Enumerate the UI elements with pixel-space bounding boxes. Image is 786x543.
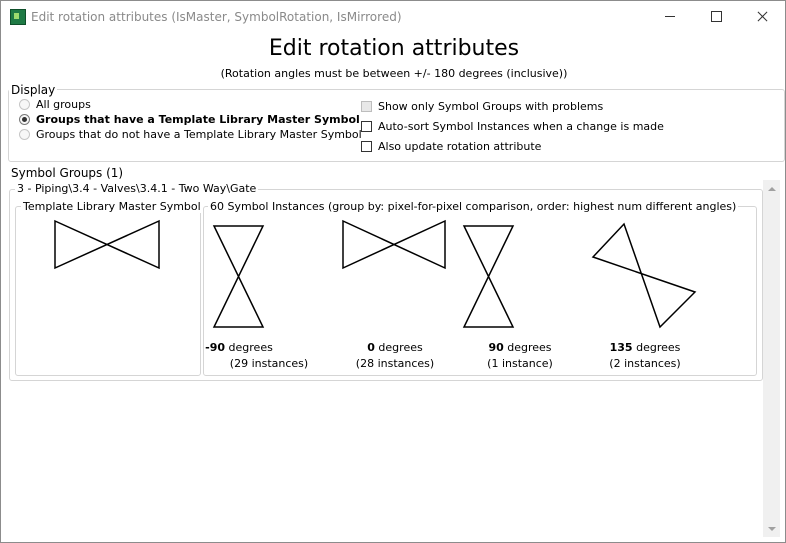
checkbox-auto-sort[interactable]: Auto-sort Symbol Instances when a change…	[361, 120, 664, 133]
radio-dot	[19, 99, 30, 110]
checkbox-show-only-problems: Show only Symbol Groups with problems	[361, 100, 603, 113]
radio-label: Groups that do not have a Template Libra…	[36, 128, 362, 141]
title-bar[interactable]: Edit rotation attributes (IsMaster, Symb…	[1, 1, 785, 32]
master-symbol-gate-valve-icon	[54, 219, 160, 270]
maximize-button[interactable]	[693, 1, 739, 32]
checkbox-box	[361, 101, 372, 112]
radio-dot-selected	[19, 114, 30, 125]
instance-symbol-135-icon[interactable]	[589, 219, 701, 331]
checkbox-label: Also update rotation attribute	[378, 140, 542, 153]
display-legend: Display	[9, 83, 58, 97]
checkbox-update-rotation[interactable]: Also update rotation attribute	[361, 140, 541, 153]
symbol-instances-legend: 60 Symbol Instances (group by: pixel-for…	[208, 200, 739, 213]
instance-angle-label: -90 degrees	[205, 341, 273, 354]
radio-groups-with-master[interactable]: Groups that have a Template Library Mast…	[19, 113, 360, 126]
instance-count-label: (29 instances)	[229, 357, 309, 370]
minimize-button[interactable]	[647, 1, 693, 32]
instance-symbol-0-icon[interactable]	[339, 216, 451, 276]
vertical-scrollbar[interactable]	[763, 180, 780, 537]
instance-angle-label: 0 degrees	[367, 341, 423, 354]
instance-symbol-minus90-icon[interactable]	[209, 221, 269, 331]
instance-count-label: (2 instances)	[609, 357, 681, 370]
scroll-thumb[interactable]	[765, 197, 778, 520]
radio-all-groups[interactable]: All groups	[19, 98, 91, 111]
dialog-window: Edit rotation attributes (IsMaster, Symb…	[0, 0, 786, 543]
page-title: Edit rotation attributes	[268, 36, 520, 61]
scroll-down-arrow-icon[interactable]	[763, 520, 780, 537]
checkbox-box	[361, 121, 372, 132]
radio-dot	[19, 129, 30, 140]
radio-groups-without-master[interactable]: Groups that do not have a Template Libra…	[19, 128, 362, 141]
instance-angle-label: 90 degrees	[488, 341, 552, 354]
app-icon	[10, 9, 26, 25]
instance-count-label: (1 instance)	[487, 357, 553, 370]
checkbox-label: Show only Symbol Groups with problems	[378, 100, 604, 113]
page-subtitle: (Rotation angles must be between +/- 180…	[220, 67, 568, 80]
close-button[interactable]	[739, 1, 785, 32]
radio-label: Groups that have a Template Library Mast…	[36, 113, 360, 126]
symbol-group-path: 3 - Piping\3.4 - Valves\3.4.1 - Two Way\…	[15, 182, 259, 195]
scroll-up-arrow-icon[interactable]	[763, 180, 780, 197]
checkbox-box	[361, 141, 372, 152]
checkbox-label: Auto-sort Symbol Instances when a change…	[378, 120, 664, 133]
window-title: Edit rotation attributes (IsMaster, Symb…	[31, 10, 402, 24]
master-symbol-legend: Template Library Master Symbol	[21, 200, 203, 213]
instance-symbol-90-icon[interactable]	[459, 221, 519, 331]
symbol-groups-label: Symbol Groups (1)	[11, 166, 124, 180]
instance-count-label: (28 instances)	[355, 357, 435, 370]
radio-label: All groups	[36, 98, 91, 111]
instance-angle-label: 135 degrees	[609, 341, 681, 354]
